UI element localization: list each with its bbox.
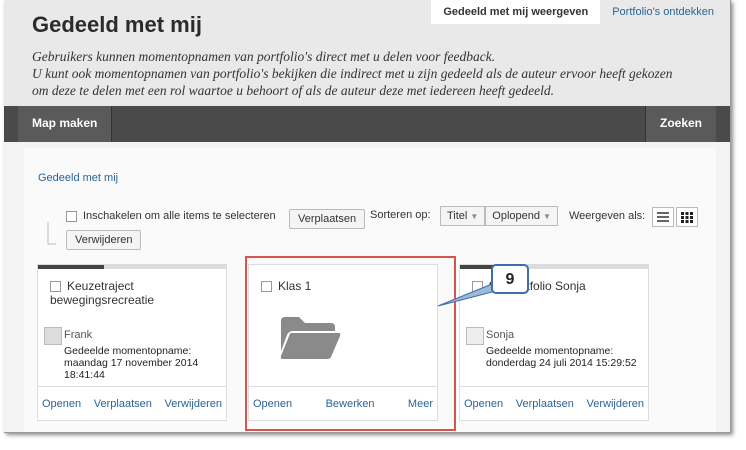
page-frame: Gedeeld met mij Gedeeld met mij weergeve…	[4, 0, 731, 433]
create-folder-button[interactable]: Map maken	[18, 106, 113, 142]
avatar	[44, 327, 62, 345]
search-button[interactable]: Zoeken	[644, 106, 716, 142]
intro-line-2: U kunt ook momentopnamen van portfolio's…	[32, 66, 673, 98]
sort-field-select[interactable]: Titel ▼	[440, 206, 486, 226]
page-header: Gedeeld met mij Gedeeld met mij weergeve…	[4, 0, 730, 106]
delete-link[interactable]: Verwijderen	[587, 398, 644, 410]
tab-discover-portfolios[interactable]: Portfolio's ontdekken	[600, 0, 726, 24]
card-shared-date: Gedeelde momentopname: maandag 17 novemb…	[64, 345, 199, 381]
card-actions: Openen Verplaatsen Verwijderen	[38, 386, 226, 420]
card-checkbox[interactable]	[50, 281, 61, 293]
delete-link[interactable]: Verwijderen	[165, 398, 222, 410]
sort-label: Sorteren op:	[370, 209, 431, 221]
chevron-down-icon: ▼	[470, 212, 479, 221]
portfolio-card[interactable]: Keuzetraject bewegingsrecreatie Frank Ge…	[37, 264, 227, 421]
card-shared-date: Gedeelde momentopname: donderdag 24 juli…	[486, 345, 637, 369]
list-view-button[interactable]	[652, 207, 674, 227]
grid-view-button[interactable]	[676, 207, 698, 227]
move-link[interactable]: Verplaatsen	[516, 398, 574, 410]
card-owner: Sonja	[466, 327, 514, 345]
card-actions: Openen Verplaatsen Verwijderen	[460, 386, 648, 420]
move-button[interactable]: Verplaatsen	[289, 209, 366, 229]
page-title: Gedeeld met mij	[32, 12, 202, 37]
sort-controls: Titel ▼ Oplopend ▼	[440, 206, 558, 226]
grid-view-icon	[681, 212, 693, 223]
callout-pointer	[437, 283, 493, 307]
chevron-down-icon: ▼	[543, 212, 551, 221]
step-number-badge: 9	[491, 264, 529, 294]
open-link[interactable]: Openen	[42, 398, 81, 410]
select-all-control[interactable]: Inschakelen om alle items te selecteren	[66, 210, 276, 222]
action-toolbar: Map maken Zoeken	[4, 106, 730, 142]
move-link[interactable]: Verplaatsen	[94, 398, 152, 410]
intro-text: Gebruikers kunnen momentopnamen van port…	[32, 48, 692, 99]
list-view-icon	[657, 212, 669, 222]
select-all-checkbox[interactable]	[66, 210, 77, 222]
avatar	[466, 327, 484, 345]
breadcrumb[interactable]: Gedeeld met mij	[38, 172, 118, 184]
sort-order-value: Oplopend	[492, 210, 541, 222]
delete-button[interactable]: Verwijderen	[66, 230, 142, 250]
sort-order-select[interactable]: Oplopend ▼	[485, 206, 558, 226]
view-label: Weergeven als:	[569, 210, 646, 222]
tab-shared-with-me[interactable]: Gedeeld met mij weergeven	[431, 0, 601, 24]
highlight-box	[245, 256, 456, 431]
select-all-label: Inschakelen om alle items te selecteren	[83, 210, 276, 222]
open-link[interactable]: Openen	[464, 398, 503, 410]
sort-field-value: Titel	[447, 210, 468, 222]
card-progress-bar	[38, 265, 226, 269]
intro-line-1: Gebruikers kunnen momentopnamen van port…	[32, 49, 496, 64]
tab-bar: Gedeeld met mij weergeven Portfolio's on…	[431, 0, 726, 24]
tree-connector-icon	[47, 222, 56, 245]
card-title[interactable]: Keuzetraject bewegingsrecreatie	[50, 279, 220, 307]
card-progress-bar	[460, 265, 648, 269]
card-owner: Frank	[44, 327, 92, 345]
